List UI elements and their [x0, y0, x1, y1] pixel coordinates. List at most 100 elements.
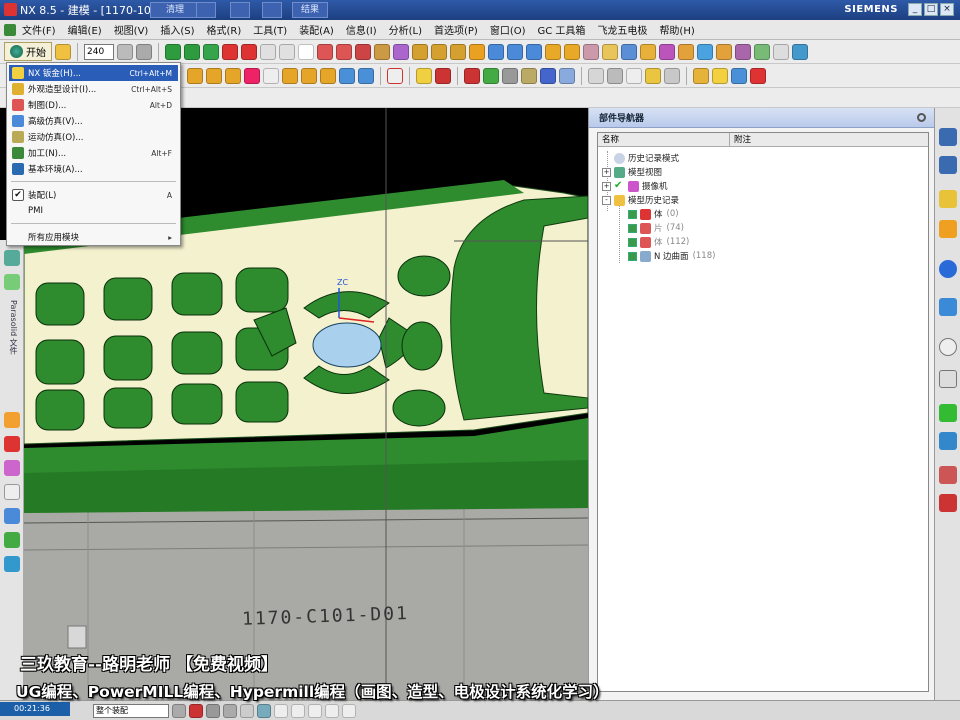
menu-item-manufacturing[interactable]: 加工(N)... Alt+F — [9, 145, 178, 161]
shell-icon[interactable] — [621, 43, 637, 60]
menu-item-sheet-metal[interactable]: NX 钣金(H)... Ctrl+Alt+M — [9, 65, 178, 81]
show-hide-icon[interactable] — [464, 67, 480, 84]
visibility-checkbox[interactable] — [628, 237, 637, 247]
tree-row-history-mode[interactable]: 历史记录模式 — [602, 151, 679, 165]
menu-preferences[interactable]: 首选项(P) — [428, 22, 484, 37]
extrude-icon[interactable] — [412, 43, 428, 60]
warning-icon[interactable] — [712, 67, 728, 84]
title-mini-button-clean[interactable]: 清理 — [150, 2, 200, 18]
offset-curve-icon[interactable] — [336, 43, 352, 60]
menu-information[interactable]: 信息(I) — [340, 22, 383, 37]
block-icon[interactable] — [450, 43, 466, 60]
menu-electrode-plugin[interactable]: 飞龙五电极 — [591, 22, 653, 37]
move-object-icon[interactable] — [607, 67, 623, 84]
menu-item-all-applications[interactable]: 所有应用模块 ▸ — [9, 229, 178, 245]
line-icon[interactable] — [222, 43, 238, 60]
collapse-toggle[interactable]: - — [602, 195, 611, 205]
select-edge-icon[interactable] — [206, 703, 220, 718]
web-browser-icon[interactable] — [4, 484, 20, 500]
menu-assembly[interactable]: 装配(A) — [293, 22, 340, 37]
menu-format[interactable]: 格式(R) — [201, 22, 248, 37]
hd3d-tools-icon[interactable] — [939, 260, 957, 278]
part-navigator-icon[interactable] — [939, 190, 957, 208]
project-curve-icon[interactable] — [355, 43, 371, 60]
menu-view[interactable]: 视图(V) — [108, 22, 155, 37]
spline-icon[interactable] — [317, 43, 333, 60]
system-scenes-icon[interactable] — [939, 494, 957, 512]
intersect-icon[interactable] — [526, 43, 542, 60]
tree-row-feature[interactable]: 体 (112) — [628, 235, 689, 249]
menu-item-shape-studio[interactable]: 外观造型设计(I)... Ctrl+Alt+S — [9, 81, 178, 97]
tree-row-feature[interactable]: 片 (74) — [628, 221, 684, 235]
history-clock-icon[interactable] — [939, 338, 957, 356]
hole-icon[interactable] — [545, 43, 561, 60]
select-face-icon[interactable] — [189, 703, 203, 718]
wcs-icon[interactable] — [588, 67, 604, 84]
home-icon[interactable] — [262, 2, 282, 18]
process-studio-icon[interactable] — [939, 404, 957, 422]
roles-icon[interactable] — [4, 532, 20, 548]
open-folder-icon[interactable] — [55, 43, 71, 60]
analysis-icon[interactable] — [750, 67, 766, 84]
selection-filter-icon[interactable] — [435, 67, 451, 84]
face-analysis-icon[interactable] — [244, 67, 260, 84]
rectangle-icon[interactable] — [279, 43, 295, 60]
menu-item-assemblies[interactable]: ✔ 装配(L) A — [9, 187, 178, 203]
subtract-icon[interactable] — [507, 43, 523, 60]
select-curve-icon[interactable] — [257, 703, 271, 718]
cylinder-icon[interactable] — [469, 43, 485, 60]
restore-button[interactable]: □ — [924, 3, 938, 16]
assembly-navigator-icon[interactable] — [939, 128, 957, 146]
sketch-icon[interactable] — [165, 43, 181, 60]
trim-body-icon[interactable] — [659, 43, 675, 60]
constraint-nav-icon[interactable] — [4, 274, 20, 290]
visibility-checkbox[interactable] — [628, 223, 637, 233]
offset-face-icon[interactable] — [754, 43, 770, 60]
menu-item-drafting[interactable]: 制图(D)... Alt+D — [9, 97, 178, 113]
menu-item-motion-simulation[interactable]: 运动仿真(O)... — [9, 129, 178, 145]
sew-icon[interactable] — [735, 43, 751, 60]
zoom-icon[interactable] — [645, 67, 661, 84]
tree-row-model-history[interactable]: - 模型历史记录 — [602, 193, 679, 207]
column-name[interactable]: 名称 — [598, 133, 730, 146]
sketch-plane-icon[interactable] — [184, 43, 200, 60]
bridge-curve-icon[interactable] — [393, 43, 409, 60]
shade-icon[interactable] — [187, 67, 203, 84]
snap-icon[interactable] — [117, 43, 133, 60]
rotate-icon[interactable] — [626, 67, 642, 84]
section-icon[interactable] — [559, 67, 575, 84]
tree-row-feature-n-sided-surface[interactable]: N 边曲面 (118) — [628, 249, 715, 263]
scale-icon[interactable] — [136, 43, 152, 60]
thicken-icon[interactable] — [773, 43, 789, 60]
object-display-icon[interactable] — [502, 67, 518, 84]
menu-tools[interactable]: 工具(T) — [247, 22, 293, 37]
center-icon[interactable] — [308, 703, 322, 718]
menu-window[interactable]: 窗口(O) — [484, 22, 532, 37]
endpoint-icon[interactable] — [274, 703, 288, 718]
measure-distance-icon[interactable] — [521, 67, 537, 84]
partial-shade-icon[interactable] — [263, 67, 279, 84]
revolve-icon[interactable] — [431, 43, 447, 60]
roles-icon[interactable] — [939, 466, 957, 484]
view-front-icon[interactable] — [301, 67, 317, 84]
menu-help[interactable]: 帮助(H) — [653, 22, 700, 37]
web-browser-icon[interactable] — [939, 298, 957, 316]
intersection-icon[interactable] — [325, 703, 339, 718]
assembly-nav-icon[interactable] — [4, 250, 20, 266]
visibility-checkbox[interactable] — [628, 251, 637, 261]
export-icon[interactable] — [731, 67, 747, 84]
menu-edit[interactable]: 编辑(E) — [62, 22, 108, 37]
tree-row-cameras[interactable]: + ✔ 摄像机 — [602, 179, 668, 193]
tree-row-feature[interactable]: 体 (0) — [628, 207, 679, 221]
split-body-icon[interactable] — [678, 43, 694, 60]
view-iso-icon[interactable] — [339, 67, 355, 84]
menu-file[interactable]: 文件(F) — [16, 22, 62, 37]
visibility-checkbox[interactable] — [628, 209, 637, 219]
selection-scope-select[interactable]: 整个装配 — [93, 703, 169, 718]
expand-toggle[interactable]: + — [602, 167, 611, 177]
draft-icon[interactable] — [640, 43, 656, 60]
fit-icon[interactable] — [664, 67, 680, 84]
process-studio-icon[interactable] — [4, 508, 20, 524]
corner-icon[interactable] — [260, 43, 276, 60]
menu-item-advanced-simulation[interactable]: 高级仿真(V)... — [9, 113, 178, 129]
